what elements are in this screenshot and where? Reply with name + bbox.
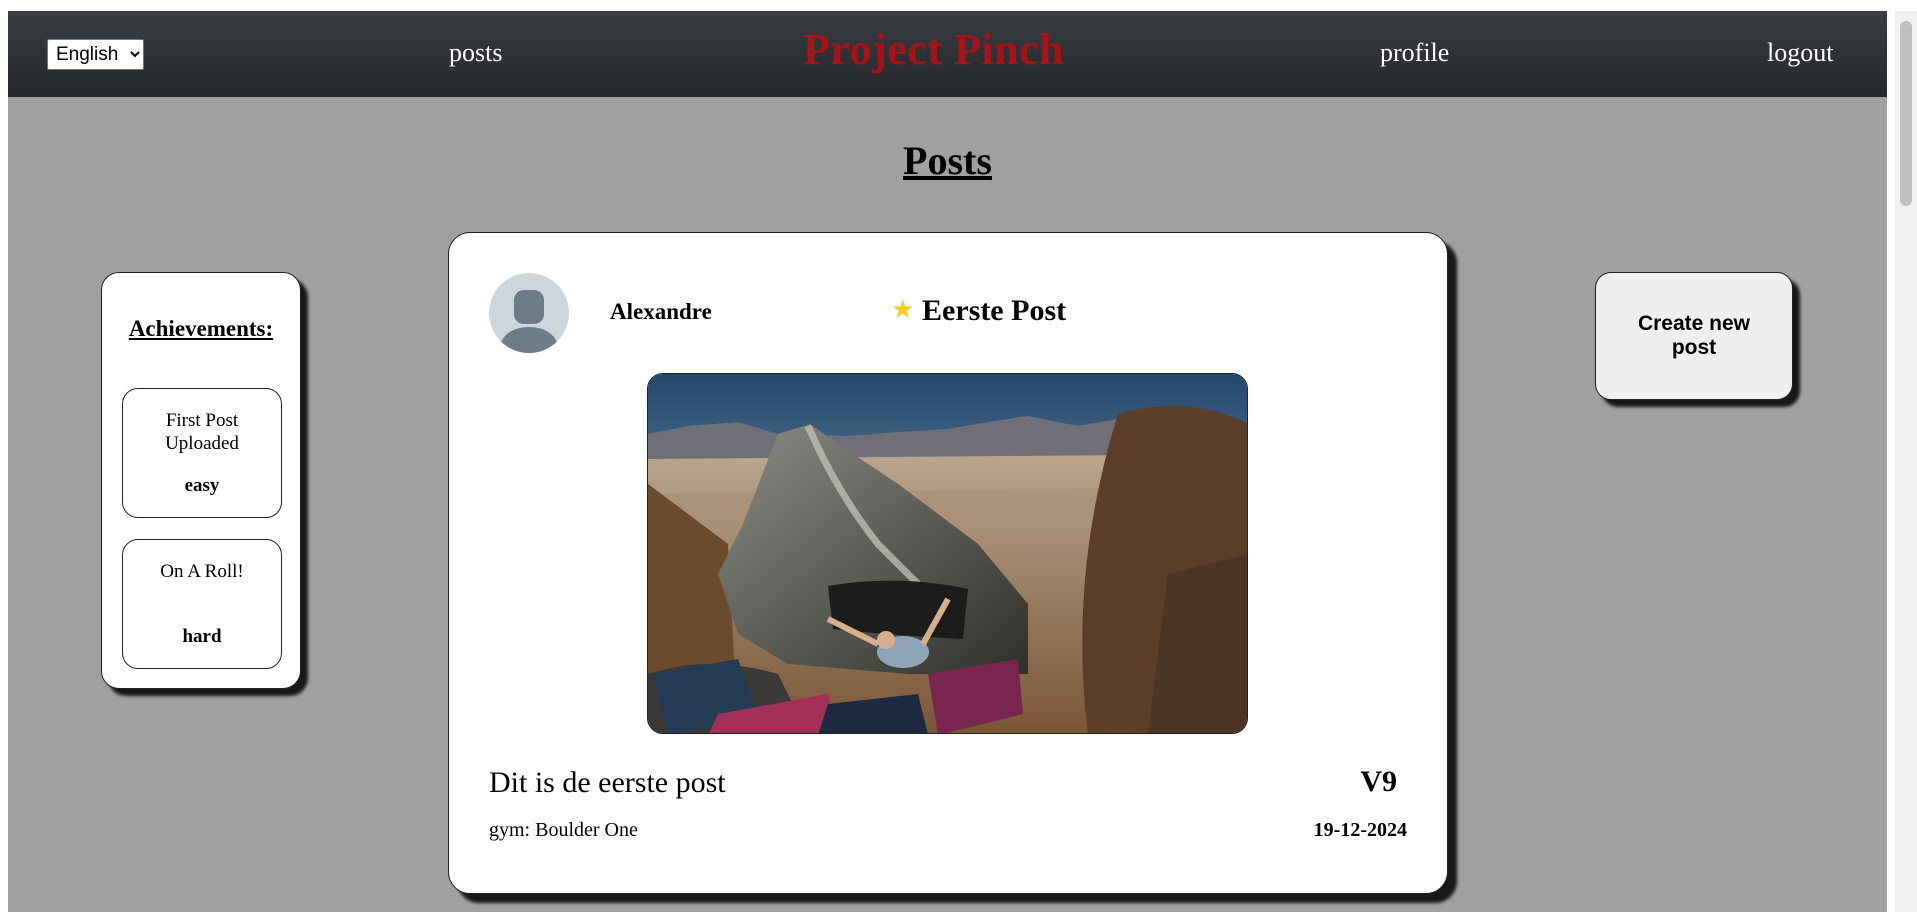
scrollbar-thumb[interactable] (1900, 21, 1912, 206)
nav-profile-link[interactable]: profile (1380, 38, 1449, 68)
achievement-name: On A Roll! (160, 561, 244, 582)
post-date: 19-12-2024 (1313, 819, 1407, 841)
achievement-level: easy (184, 475, 220, 496)
post-card: Alexandre ★ Eerste Post Dit is de eerste… (448, 232, 1448, 894)
achievements-panel: Achievements: First Post Uploaded easy O… (101, 272, 301, 689)
nav-posts-link[interactable]: posts (449, 38, 502, 68)
post-gym: gym: Boulder One (489, 819, 638, 842)
achievements-title: Achievements: (128, 316, 274, 341)
achievement-level: hard (182, 626, 222, 647)
achievement-name: First Post Uploaded (165, 410, 239, 454)
page-title: Posts (903, 138, 992, 183)
achievement-card: First Post Uploaded easy (122, 388, 282, 518)
post-title: Eerste Post (922, 294, 1067, 327)
default-user-avatar-icon (489, 273, 569, 353)
post-gym-name: Boulder One (535, 819, 638, 841)
post-author-name: Alexandre (610, 299, 712, 324)
post-grade: V9 (1360, 765, 1397, 798)
post-caption: Dit is de eerste post (489, 766, 726, 799)
achievement-card: On A Roll! hard (122, 539, 282, 669)
post-image (647, 373, 1248, 734)
nav-logout-link[interactable]: logout (1767, 38, 1833, 68)
page-scrollbar[interactable] (1895, 11, 1917, 912)
language-select[interactable]: English (47, 39, 144, 70)
star-icon[interactable]: ★ (891, 295, 914, 325)
create-new-post-button[interactable]: Create new post (1595, 272, 1793, 400)
brand-logo-text: Project Pinch (803, 25, 1065, 74)
top-navbar: English posts Project Pinch profile logo… (8, 11, 1887, 97)
post-gym-label: gym: (489, 819, 531, 841)
app-viewport: English posts Project Pinch profile logo… (8, 11, 1887, 912)
